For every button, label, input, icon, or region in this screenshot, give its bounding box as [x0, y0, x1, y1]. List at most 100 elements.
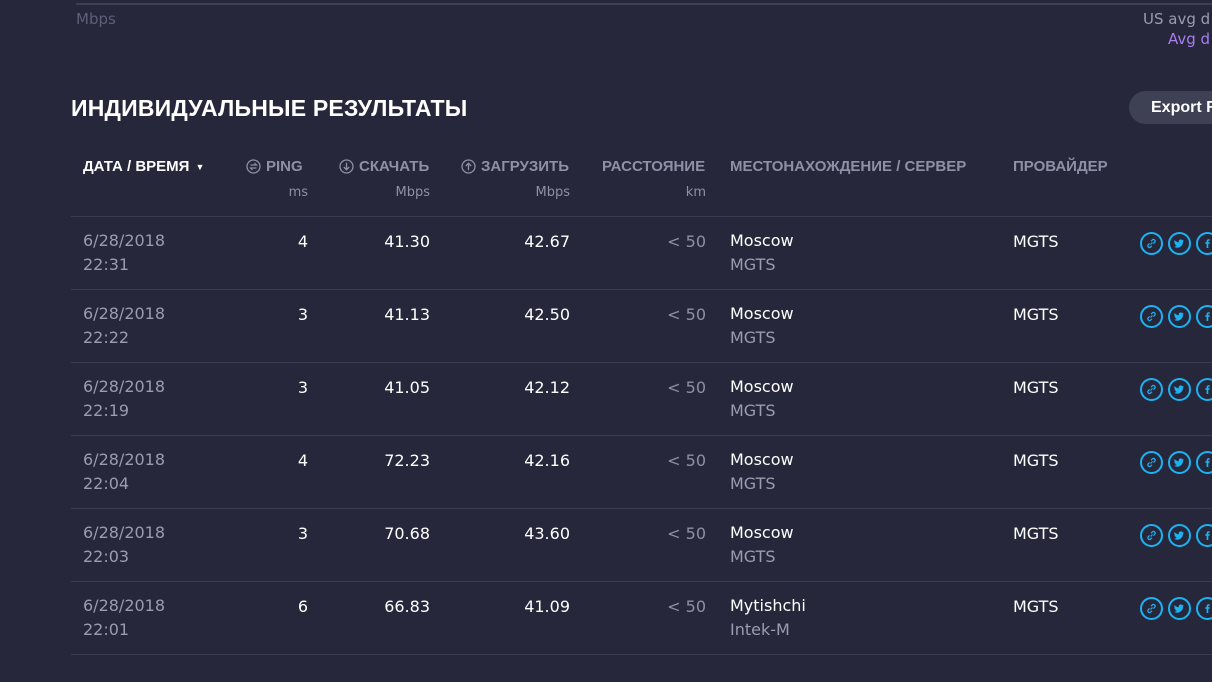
twitter-icon: [1173, 529, 1186, 542]
cell-provider: MGTS: [1013, 597, 1059, 616]
share-twitter-icon[interactable]: [1168, 232, 1191, 255]
row-divider: [71, 362, 1212, 363]
cell-location-city: Moscow: [730, 304, 794, 323]
cell-ping: 3: [297, 305, 308, 324]
row-divider: [71, 216, 1212, 217]
cell-datetime: 6/28/2018 22:19: [83, 375, 165, 423]
share-link-icon[interactable]: [1140, 524, 1163, 547]
column-header-distance[interactable]: РАССТОЯНИЕ: [602, 158, 705, 175]
column-header-datetime-label: ДАТА / ВРЕМЯ: [83, 158, 190, 175]
share-twitter-icon[interactable]: [1168, 597, 1191, 620]
cell-distance: < 50: [667, 232, 706, 251]
share-twitter-icon[interactable]: [1168, 378, 1191, 401]
share-buttons: [1140, 378, 1212, 401]
cell-download: 66.83: [384, 597, 430, 616]
share-facebook-icon[interactable]: [1196, 524, 1212, 547]
twitter-icon: [1173, 456, 1186, 469]
cell-upload: 42.50: [524, 305, 570, 324]
cell-ping: 6: [297, 597, 308, 616]
cell-location-city: Moscow: [730, 231, 794, 250]
share-buttons: [1140, 524, 1212, 547]
cell-ping: 4: [297, 232, 308, 251]
column-header-datetime[interactable]: ДАТА / ВРЕМЯ ▼: [83, 158, 204, 175]
cell-download: 72.23: [384, 451, 430, 470]
share-facebook-icon[interactable]: [1196, 597, 1212, 620]
cell-download: 41.30: [384, 232, 430, 251]
ping-icon: [246, 159, 261, 174]
cell-datetime: 6/28/2018 22:22: [83, 302, 165, 350]
column-header-ping[interactable]: PING: [246, 158, 303, 175]
cell-date: 6/28/2018: [83, 523, 166, 542]
cell-time: 22:01: [83, 620, 130, 639]
cell-upload: 42.16: [524, 451, 570, 470]
row-divider: [71, 654, 1212, 655]
column-header-download-label: СКАЧАТЬ: [359, 158, 430, 175]
cell-server: MGTS: [730, 547, 776, 566]
share-twitter-icon[interactable]: [1168, 524, 1191, 547]
share-facebook-icon[interactable]: [1196, 305, 1212, 328]
cell-upload: 41.09: [524, 597, 570, 616]
share-link-icon[interactable]: [1140, 378, 1163, 401]
section-title: ИНДИВИДУАЛЬНЫЕ РЕЗУЛЬТАТЫ: [71, 95, 468, 121]
cell-distance: < 50: [667, 378, 706, 397]
cell-location-city: Moscow: [730, 450, 794, 469]
cell-location: Moscow MGTS: [730, 521, 794, 569]
export-results-button[interactable]: Export R: [1129, 91, 1212, 124]
cell-location: Moscow MGTS: [730, 229, 794, 277]
share-link-icon[interactable]: [1140, 597, 1163, 620]
cell-ping: 3: [297, 524, 308, 543]
unit-download: Mbps: [395, 185, 431, 200]
cell-provider: MGTS: [1013, 524, 1059, 543]
share-buttons: [1140, 451, 1212, 474]
share-twitter-icon[interactable]: [1168, 451, 1191, 474]
cell-ping: 4: [297, 451, 308, 470]
cell-provider: MGTS: [1013, 451, 1059, 470]
cell-time: 22:04: [83, 474, 130, 493]
legend-average: Avg d: [1168, 30, 1211, 48]
share-facebook-icon[interactable]: [1196, 232, 1212, 255]
cell-distance: < 50: [667, 451, 706, 470]
unit-distance: km: [685, 185, 706, 200]
facebook-icon: [1201, 237, 1212, 250]
column-header-location[interactable]: МЕСТОНАХОЖДЕНИЕ / СЕРВЕР: [730, 158, 966, 175]
cell-datetime: 6/28/2018 22:04: [83, 448, 165, 496]
share-link-icon[interactable]: [1140, 451, 1163, 474]
column-header-upload-label: ЗАГРУЗИТЬ: [481, 158, 569, 175]
link-icon: [1145, 529, 1158, 542]
share-facebook-icon[interactable]: [1196, 378, 1212, 401]
sort-caret-icon: ▼: [195, 161, 205, 172]
column-header-download[interactable]: СКАЧАТЬ: [339, 158, 429, 175]
link-icon: [1145, 456, 1158, 469]
column-header-location-label: МЕСТОНАХОЖДЕНИЕ / СЕРВЕР: [730, 158, 967, 175]
facebook-icon: [1201, 529, 1212, 542]
twitter-icon: [1173, 602, 1186, 615]
cell-location: Moscow MGTS: [730, 302, 794, 350]
legend-us-average: US avg d: [1143, 10, 1211, 28]
cell-date: 6/28/2018: [83, 377, 166, 396]
cell-server: Intek-M: [730, 620, 790, 639]
column-header-provider[interactable]: ПРОВАЙДЕР: [1013, 158, 1108, 175]
cell-datetime: 6/28/2018 22:01: [83, 594, 165, 642]
column-header-upload[interactable]: ЗАГРУЗИТЬ: [461, 158, 569, 175]
cell-provider: MGTS: [1013, 305, 1059, 324]
share-facebook-icon[interactable]: [1196, 451, 1212, 474]
share-twitter-icon[interactable]: [1168, 305, 1191, 328]
cell-location: Moscow MGTS: [730, 375, 794, 423]
upload-arrow-icon: [461, 159, 476, 174]
share-link-icon[interactable]: [1140, 232, 1163, 255]
unit-upload: Mbps: [535, 185, 571, 200]
cell-upload: 42.67: [524, 232, 570, 251]
link-icon: [1145, 383, 1158, 396]
cell-time: 22:03: [83, 547, 130, 566]
column-header-provider-label: ПРОВАЙДЕР: [1013, 158, 1108, 175]
share-buttons: [1140, 232, 1212, 255]
cell-download: 41.13: [384, 305, 430, 324]
share-link-icon[interactable]: [1140, 305, 1163, 328]
cell-location: Moscow MGTS: [730, 448, 794, 496]
cell-server: MGTS: [730, 328, 776, 347]
row-divider: [71, 508, 1212, 509]
cell-server: MGTS: [730, 401, 776, 420]
cell-ping: 3: [297, 378, 308, 397]
cell-time: 22:19: [83, 401, 130, 420]
cell-distance: < 50: [667, 524, 706, 543]
